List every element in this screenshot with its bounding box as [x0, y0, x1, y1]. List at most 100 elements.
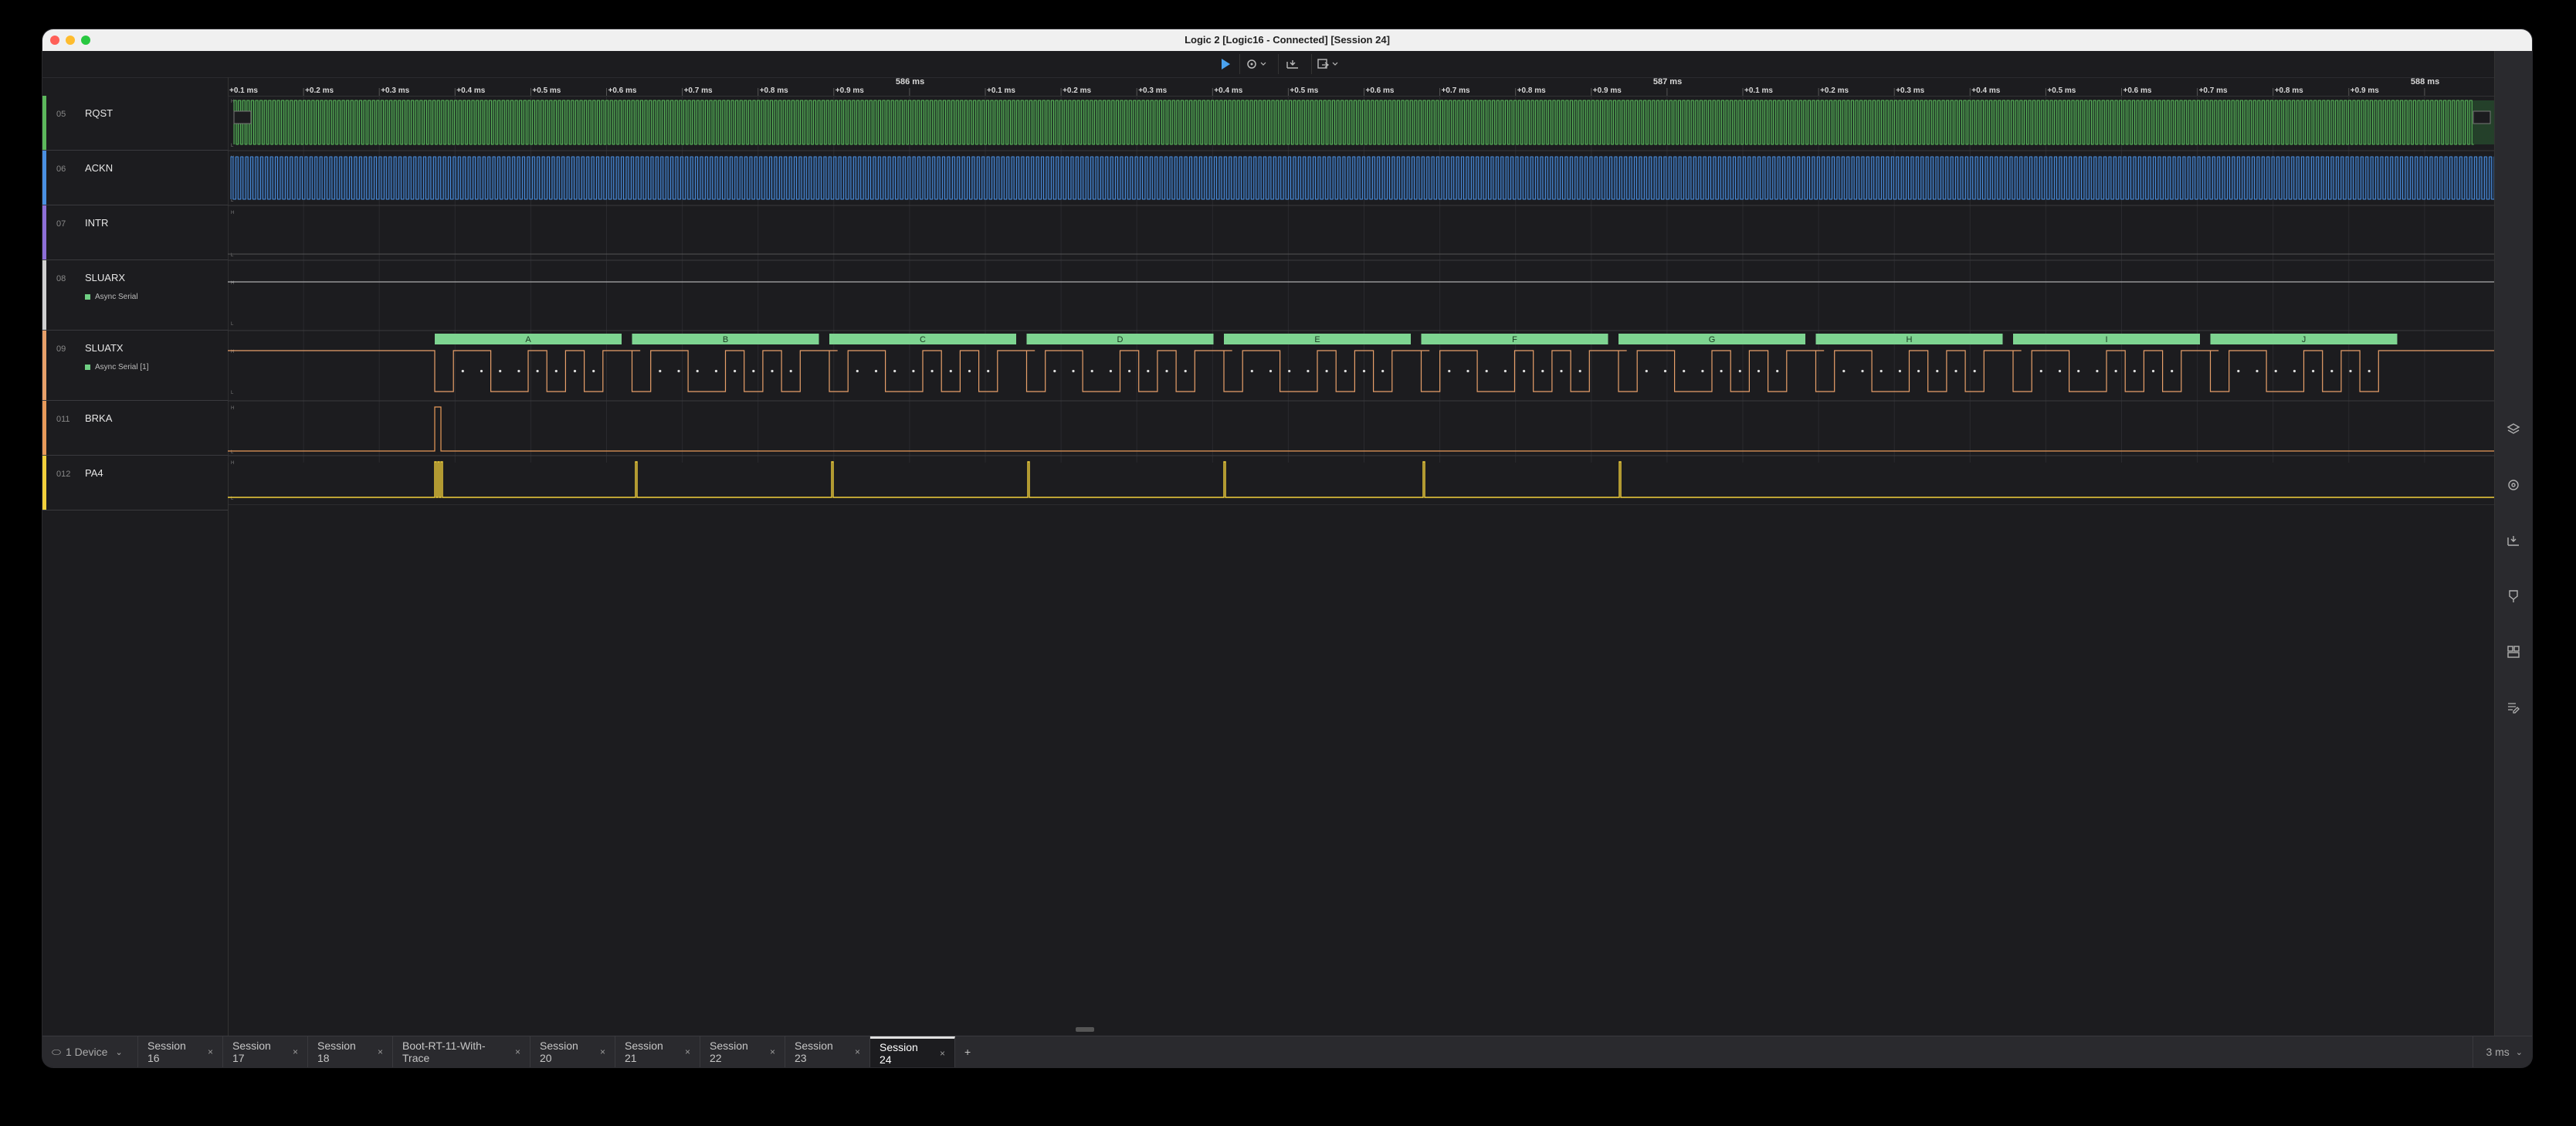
channel-name[interactable]: SLUATX — [85, 342, 124, 354]
decoded-frame-label: A — [525, 335, 531, 344]
sample-dot — [949, 369, 952, 373]
decoded-frame[interactable]: A — [435, 334, 622, 344]
sample-dot — [1523, 369, 1526, 373]
analyzer-label[interactable]: Async Serial — [85, 293, 138, 301]
decoded-frame[interactable]: J — [2210, 334, 2398, 344]
sample-dot — [1288, 369, 1291, 373]
session-tab[interactable]: Session 23 × — [785, 1036, 870, 1067]
channel-name[interactable]: BRKA — [85, 412, 112, 424]
channel-list: 05 RQST 06 ACKN 07 INTR 08 SLUARX Async … — [42, 77, 229, 1036]
channel-row-intr[interactable]: 07 INTR — [42, 205, 228, 260]
session-tab[interactable]: Session 17 × — [223, 1036, 308, 1067]
session-tab-label: Session 23 — [795, 1040, 833, 1064]
sample-dot — [1466, 369, 1469, 373]
decoded-frame[interactable]: G — [1618, 334, 1805, 344]
sample-dot — [1738, 369, 1741, 373]
ruler-tick-label: +0.4 ms — [456, 86, 485, 95]
rqst-right-marker[interactable] — [2473, 110, 2491, 124]
time-scale-selector[interactable]: 3 ms ⌄ — [2473, 1036, 2523, 1067]
decoded-frame[interactable]: D — [1026, 334, 1214, 344]
ruler-tick-label: +0.3 ms — [1896, 86, 1924, 95]
analyzers-icon[interactable] — [2506, 422, 2521, 437]
trigger-settings-icon — [1246, 59, 1266, 69]
app-window: Logic 2 [Logic16 - Connected] [Session 2… — [42, 29, 2532, 1067]
session-tab-label: Session 20 — [540, 1040, 578, 1064]
channel-row-sluatx[interactable]: 09 SLUATX Async Serial [1] — [42, 331, 228, 401]
rqst-left-marker[interactable] — [233, 110, 252, 124]
channel-name[interactable]: PA4 — [85, 467, 103, 479]
sample-dot — [2256, 369, 2259, 373]
decoded-frame[interactable]: H — [1815, 334, 2003, 344]
sample-dot — [1842, 369, 1846, 373]
extensions-icon[interactable] — [2506, 644, 2521, 660]
sample-dot — [480, 369, 483, 373]
device-selector[interactable]: ⬭ 1 Device ⌄ — [42, 1036, 138, 1067]
session-tab[interactable]: Session 20 × — [530, 1036, 615, 1067]
channel-name[interactable]: INTR — [85, 217, 108, 229]
close-tab-icon[interactable]: × — [940, 1048, 945, 1059]
close-tab-icon[interactable]: × — [208, 1046, 213, 1057]
timing-markers-icon[interactable] — [2506, 588, 2521, 604]
add-tab-button[interactable]: + — [955, 1036, 983, 1067]
device-icon: ⬭ — [52, 1045, 61, 1058]
session-tab[interactable]: Session 24 × — [870, 1036, 955, 1067]
notes-icon[interactable] — [2506, 700, 2521, 715]
session-tab[interactable]: Session 21 × — [615, 1036, 700, 1067]
decoded-frame[interactable]: E — [1224, 334, 1411, 344]
time-scale-label: 3 ms — [2486, 1046, 2510, 1058]
decoded-frame[interactable]: B — [632, 334, 819, 344]
measurements-icon[interactable] — [2506, 533, 2521, 548]
ruler-tick-label: +0.2 ms — [1063, 86, 1091, 95]
ruler-tick-label: +0.6 ms — [2124, 86, 2152, 95]
close-tab-icon[interactable]: × — [770, 1046, 775, 1057]
sample-dot — [2151, 369, 2155, 373]
decoded-frame[interactable]: I — [2013, 334, 2200, 344]
ruler-major-label: 586 ms — [896, 77, 924, 86]
level-high-label: H — [231, 211, 234, 215]
channel-row-ackn[interactable]: 06 ACKN — [42, 151, 228, 205]
channel-row-sluarx[interactable]: 08 SLUARX Async Serial — [42, 260, 228, 331]
sample-dot — [592, 369, 595, 373]
channel-row-rqst[interactable]: 05 RQST — [42, 96, 228, 151]
channel-name[interactable]: RQST — [85, 107, 113, 119]
session-tab-label: Session 17 — [232, 1040, 271, 1064]
capture-options-button[interactable] — [1311, 54, 1345, 74]
sample-dot — [1128, 369, 1131, 373]
sample-dot — [856, 369, 859, 373]
channel-name[interactable]: ACKN — [85, 162, 113, 174]
measure-icon — [1286, 60, 1298, 69]
close-tab-icon[interactable]: × — [685, 1046, 690, 1057]
decoded-frame[interactable]: F — [1421, 334, 1608, 344]
time-ruler[interactable]: +0.1 ms +0.2 ms +0.3 ms +0.4 ms +0.5 ms +0.6 … — [227, 77, 2495, 97]
session-tab[interactable]: Boot-RT-11-With-Trace × — [393, 1036, 530, 1067]
sample-dot — [1879, 369, 1883, 373]
sample-dot — [1165, 369, 1168, 373]
session-tab[interactable]: Session 18 × — [308, 1036, 393, 1067]
channel-row-brka[interactable]: 011 BRKA — [42, 401, 228, 456]
channel-row-pa4[interactable]: 012 PA4 — [42, 456, 228, 510]
session-tab[interactable]: Session 16 × — [138, 1036, 223, 1067]
sample-dot — [1072, 369, 1075, 373]
trigger-settings-button[interactable] — [1239, 54, 1273, 74]
sample-dot — [1381, 369, 1385, 373]
panel-resize-handle[interactable] — [1076, 1027, 1094, 1032]
close-tab-icon[interactable]: × — [600, 1046, 605, 1057]
start-capture-button[interactable] — [1212, 54, 1239, 74]
measure-button[interactable] — [1278, 54, 1306, 74]
sample-dot — [1645, 369, 1648, 373]
analyzer-label[interactable]: Async Serial [1] — [85, 363, 148, 371]
channel-name[interactable]: SLUARX — [85, 272, 125, 283]
decoded-frame-label: J — [2302, 335, 2307, 344]
waveform-view[interactable]: HLHLHLHLHLABCDEFGHIJHLHL — [228, 96, 2495, 505]
brka-waveform — [228, 406, 2495, 452]
sample-dot — [2133, 369, 2136, 373]
decoded-frame[interactable]: C — [829, 334, 1016, 344]
sample-dot — [1701, 369, 1704, 373]
close-tab-icon[interactable]: × — [515, 1046, 520, 1057]
settings-icon[interactable] — [2506, 477, 2521, 493]
session-tab[interactable]: Session 22 × — [700, 1036, 785, 1067]
close-tab-icon[interactable]: × — [293, 1046, 298, 1057]
close-tab-icon[interactable]: × — [378, 1046, 383, 1057]
close-tab-icon[interactable]: × — [855, 1046, 860, 1057]
sample-dot — [752, 369, 755, 373]
